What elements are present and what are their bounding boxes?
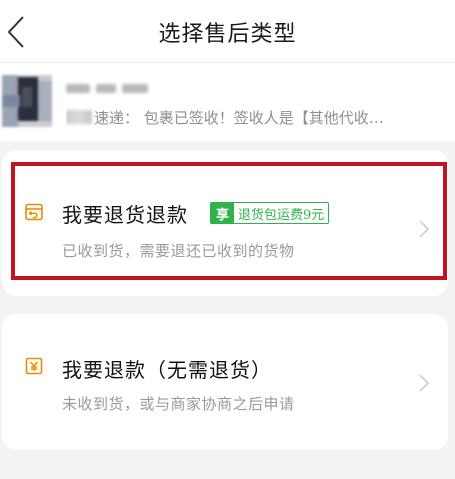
- order-summary: 速递： 包裹已签收！签收人是【其他代收…: [0, 62, 455, 141]
- selection-highlight-box: [11, 162, 447, 280]
- carrier-name-blurred: [66, 110, 92, 124]
- logistics-status: 速递： 包裹已签收！签收人是【其他代收…: [66, 107, 455, 129]
- chevron-right-icon: [419, 374, 430, 392]
- option-title: 我要退款（无需退货）: [62, 358, 272, 382]
- yen-tag-icon: [25, 357, 43, 375]
- carrier-suffix: 速递: [94, 109, 125, 127]
- option-description: 未收到货，或与商家协商之后申请: [62, 395, 295, 413]
- product-name-blurred: [66, 81, 156, 95]
- top-nav-bar: 选择售后类型: [0, 0, 455, 62]
- page-title: 选择售后类型: [158, 22, 297, 47]
- product-thumbnail: [2, 75, 52, 127]
- logistics-status-text: ： 包裹已签收！签收人是【其他代收…: [124, 109, 384, 127]
